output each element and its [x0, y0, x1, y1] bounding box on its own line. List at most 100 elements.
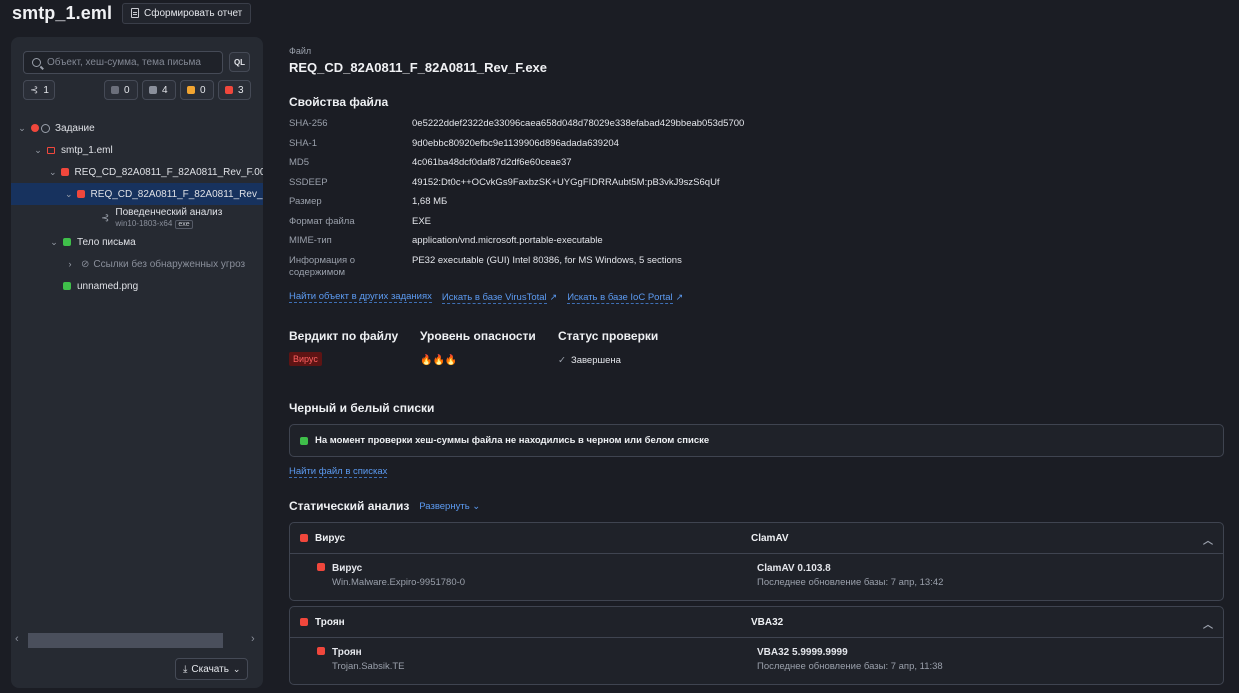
chevron-down-icon[interactable]: ⌄	[65, 189, 73, 200]
ioc-portal-link[interactable]: Искать в базе IoC Portal	[567, 291, 673, 304]
orange-square-icon	[187, 86, 195, 94]
props-list: SHA-256 0e5222ddef2322de33096caea658d048d…	[289, 118, 1224, 283]
chevron-up-icon[interactable]: ︿	[1203, 532, 1213, 547]
tree-item-body[interactable]: ⌄ Тело письма	[11, 231, 263, 253]
tree-item-task[interactable]: ⌄ Задание	[11, 117, 263, 139]
link-icon: ⊘	[81, 258, 90, 270]
download-icon: ⤓	[183, 663, 188, 675]
db-updated: Последнее обновление базы: 7 апр, 13:42	[757, 577, 944, 588]
horizontal-scrollbar[interactable]	[28, 633, 223, 648]
scroll-left-icon[interactable]: ‹	[15, 633, 19, 645]
prop-value[interactable]: 0e5222ddef2322de33096caea658d048d78029e3…	[412, 118, 744, 138]
virustotal-link[interactable]: Искать в базе VirusTotal	[441, 291, 547, 304]
prop-key: MD5	[289, 157, 310, 168]
find-in-lists-link[interactable]: Найти файл в списках	[289, 466, 388, 478]
tree-item-exe[interactable]: ⌄ REQ_CD_82A0811_F_82A0811_Rev_F.exe	[11, 183, 263, 205]
prop-key: Размер	[289, 196, 322, 207]
external-link-icon: ↗	[549, 291, 558, 302]
chevron-down-icon: ⌄	[232, 663, 241, 674]
tree-item-png[interactable]: unnamed.png	[11, 275, 263, 297]
file-flag-icon	[149, 86, 157, 94]
tree-item-links[interactable]: › ⊘ Ссылки без обнаруженных угроз	[11, 253, 263, 275]
prop-key: SSDEEP	[289, 176, 328, 188]
av-engine: VBA32	[751, 616, 784, 628]
tree-item-archive[interactable]: ⌄ REQ_CD_82A0811_F_82A0811_Rev_F.001	[11, 161, 263, 183]
chip-count: 4	[162, 84, 168, 96]
share-icon: ⊰	[101, 212, 110, 224]
tree-item-behavior[interactable]: ⊰ Поведенческий анализ win10-1803-x64 exe	[11, 205, 263, 231]
ql-button[interactable]: QL	[229, 52, 250, 72]
detail-verdict: Вирус	[332, 563, 363, 574]
search-box[interactable]	[23, 51, 223, 74]
search-input[interactable]	[47, 57, 217, 68]
suspicious-filter-chip[interactable]: 0	[180, 80, 214, 100]
props-title: Свойства файла	[289, 95, 389, 109]
chevron-down-icon[interactable]: ⌄	[33, 145, 43, 156]
db-updated: Последнее обновление базы: 7 апр, 11:38	[757, 661, 943, 672]
file-filter-chip[interactable]: 4	[142, 80, 176, 100]
page-title: smtp_1.eml	[12, 2, 113, 23]
tree-item-label: REQ_CD_82A0811_F_82A0811_Rev_F.exe	[90, 188, 263, 200]
status-column: Статус проверки ✓ Завершена	[558, 329, 658, 366]
prop-value[interactable]: 4c061ba48dcf0daf87d2df6e60ceae37	[412, 157, 572, 177]
tree-item-label: Ссылки без обнаруженных угроз	[93, 258, 246, 270]
main-panel: Файл REQ_CD_82A0811_F_82A0811_Rev_F.exe …	[289, 46, 1224, 685]
chip-count: 1	[43, 84, 49, 96]
prop-value: EXE	[412, 215, 432, 227]
malicious-filter-chip[interactable]: 3	[218, 80, 251, 100]
file-name: REQ_CD_82A0811_F_82A0811_Rev_F.exe	[289, 60, 548, 75]
top-bar: smtp_1.eml Сформировать отчет	[12, 2, 252, 24]
red-square-icon	[60, 168, 69, 176]
graph-filter-chip[interactable]: ⊰ 1	[23, 80, 55, 100]
chevron-down-icon[interactable]: ⌄	[49, 167, 57, 178]
red-dot-icon	[31, 124, 39, 132]
notice-text: На момент проверки хеш-суммы файла не на…	[315, 435, 710, 446]
chevron-right-icon[interactable]: ›	[65, 259, 75, 269]
static-header: Статический анализ Развернуть ⌄	[289, 499, 480, 513]
av-panel-header[interactable]: Вирус ClamAV ︿	[290, 523, 1223, 554]
chevron-down-icon: ⌄	[472, 500, 481, 512]
flame-icons: 🔥🔥🔥	[420, 354, 458, 366]
scroll-right-icon[interactable]: ›	[251, 633, 255, 645]
graph-icon: ⊰	[30, 84, 39, 96]
red-square-icon	[300, 534, 308, 542]
document-icon	[131, 8, 140, 18]
chevron-down-icon[interactable]: ⌄	[17, 123, 27, 134]
generate-report-button[interactable]: Сформировать отчет	[122, 2, 252, 24]
envelope-icon	[47, 146, 55, 154]
red-square-icon	[317, 647, 325, 655]
download-button[interactable]: ⤓ Скачать ⌄	[175, 658, 249, 680]
verdict-badge: Вирус	[289, 351, 322, 366]
detection-name: Trojan.Sabsik.TE	[332, 661, 405, 672]
chevron-up-icon[interactable]: ︿	[1203, 616, 1213, 631]
clean-filter-chip[interactable]: 0	[104, 80, 138, 100]
prop-value[interactable]: 49152:Dt0c++OCvkGs9FaxbzSK+UYGgFIDRRAubt…	[412, 177, 720, 197]
prop-key: MIME-тип	[289, 235, 332, 246]
download-label: Скачать	[191, 663, 229, 675]
av-engine: ClamAV	[751, 532, 789, 544]
gray-square-icon	[111, 86, 119, 94]
expand-label: Развернуть	[419, 500, 470, 512]
exe-tag: exe	[175, 219, 193, 229]
av-panel-vba32: Троян VBA32 ︿ Троян Trojan.Sabsik.TE VBA…	[289, 606, 1224, 685]
prop-key: SHA-1	[289, 137, 317, 149]
prop-value[interactable]: 9d0ebbc80920efbc9e1139906d896adada639204	[412, 138, 619, 158]
chevron-down-icon[interactable]: ⌄	[49, 237, 59, 248]
prop-row: SHA-256 0e5222ddef2322de33096caea658d048d…	[289, 118, 1224, 138]
prop-key: Формат файла	[289, 215, 355, 227]
red-square-icon	[317, 563, 325, 571]
av-panel-header[interactable]: Троян VBA32 ︿	[290, 607, 1223, 638]
prop-value: 1,68 МБ	[412, 196, 448, 207]
av-verdict: Вирус	[315, 532, 346, 544]
expand-button[interactable]: Развернуть ⌄	[419, 501, 480, 512]
status-title: Статус проверки	[558, 328, 659, 343]
check-icon: ✓	[558, 354, 566, 366]
engine-version: VBA32 5.9999.9999	[757, 647, 848, 658]
chip-count: 0	[200, 84, 206, 96]
av-panel-clamav: Вирус ClamAV ︿ Вирус Win.Malware.Expiro-…	[289, 522, 1224, 601]
prop-row: MD5 4c061ba48dcf0daf87d2df6e60ceae37	[289, 157, 1224, 177]
find-in-tasks-link[interactable]: Найти объект в других заданиях	[289, 291, 432, 303]
prop-value: PE32 executable (GUI) Intel 80386, for M…	[412, 254, 682, 266]
engine-version: ClamAV 0.103.8	[757, 563, 831, 574]
tree-item-eml[interactable]: ⌄ smtp_1.eml	[11, 139, 263, 161]
